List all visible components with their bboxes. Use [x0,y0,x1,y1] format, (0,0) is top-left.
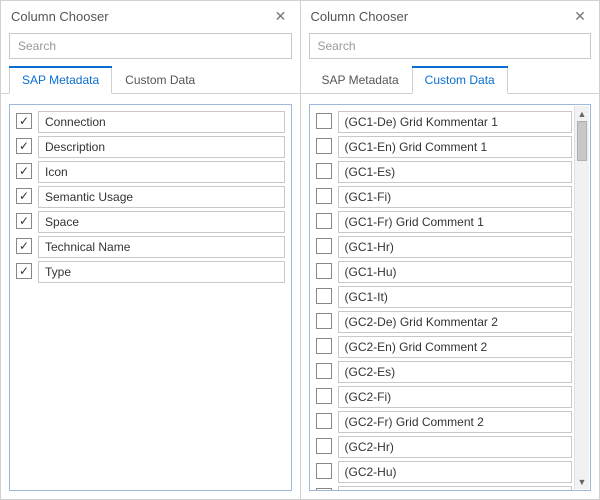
list-item: (GC1-Fi) [316,186,573,208]
column-label[interactable]: (GC2-En) Grid Comment 2 [338,336,573,358]
list-item: Technical Name [16,236,285,258]
list-item: (GC2-De) Grid Kommentar 2 [316,311,573,333]
column-list: Connection Description Icon Semantic Usage S… [9,104,292,491]
list-item: (GC2-It) [316,486,573,491]
column-label[interactable]: Description [38,136,285,158]
tab-sap-metadata[interactable]: SAP Metadata [309,66,412,94]
column-label[interactable]: (GC1-Fr) Grid Comment 1 [338,211,573,233]
checkbox[interactable] [316,463,332,479]
search-input[interactable] [309,33,592,59]
checkbox[interactable] [316,163,332,179]
list-item: (GC1-Hu) [316,261,573,283]
checkbox[interactable] [16,213,32,229]
list-item: (GC2-En) Grid Comment 2 [316,336,573,358]
list-item: (GC1-En) Grid Comment 1 [316,136,573,158]
checkbox[interactable] [16,138,32,154]
list-item: Icon [16,161,285,183]
list-item: Connection [16,111,285,133]
list-item: Semantic Usage [16,186,285,208]
search-wrap [301,29,600,65]
checkbox[interactable] [16,163,32,179]
checkbox[interactable] [316,138,332,154]
column-label[interactable]: (GC2-Hu) [338,461,573,483]
list-item: (GC1-It) [316,286,573,308]
checkbox[interactable] [316,263,332,279]
checkbox[interactable] [16,238,32,254]
column-label[interactable]: Semantic Usage [38,186,285,208]
checkbox[interactable] [316,113,332,129]
checkbox[interactable] [316,338,332,354]
tab-custom-data[interactable]: Custom Data [412,66,508,94]
list-item: Space [16,211,285,233]
checkbox[interactable] [316,388,332,404]
checkbox[interactable] [316,438,332,454]
tab-sap-metadata[interactable]: SAP Metadata [9,66,112,94]
column-label[interactable]: Connection [38,111,285,133]
dialog-title: Column Chooser [11,9,109,24]
checkbox[interactable] [316,213,332,229]
list-item: (GC2-Fr) Grid Comment 2 [316,411,573,433]
list-item: (GC1-Es) [316,161,573,183]
column-list: (GC1-De) Grid Kommentar 1 (GC1-En) Grid C… [309,104,592,491]
list-item: (GC2-Es) [316,361,573,383]
scroll-down-icon[interactable]: ▼ [575,474,589,489]
list-item: (GC1-Hr) [316,236,573,258]
checkbox[interactable] [316,488,332,491]
scroll-up-icon[interactable]: ▲ [575,106,589,121]
titlebar: Column Chooser ✕ [301,1,600,29]
column-label[interactable]: (GC1-Hu) [338,261,573,283]
column-label[interactable]: (GC1-Es) [338,161,573,183]
column-label[interactable]: (GC1-En) Grid Comment 1 [338,136,573,158]
titlebar: Column Chooser ✕ [1,1,300,29]
column-label[interactable]: (GC2-Fr) Grid Comment 2 [338,411,573,433]
checkbox[interactable] [316,413,332,429]
list-item: (GC2-Hu) [316,461,573,483]
column-chooser-dialog-right: Column Chooser ✕ SAP Metadata Custom Dat… [301,0,600,500]
column-label[interactable]: (GC1-Hr) [338,236,573,258]
scroll-thumb[interactable] [577,121,587,161]
list-item: Type [16,261,285,283]
column-label[interactable]: (GC1-Fi) [338,186,573,208]
checkbox[interactable] [16,113,32,129]
dialog-title: Column Chooser [311,9,409,24]
close-icon[interactable]: ✕ [272,7,290,25]
column-chooser-dialog-left: Column Chooser ✕ SAP Metadata Custom Dat… [0,0,301,500]
column-label[interactable]: (GC2-Hr) [338,436,573,458]
checkbox[interactable] [316,313,332,329]
column-label[interactable]: Type [38,261,285,283]
content-area: Connection Description Icon Semantic Usage S… [1,94,300,499]
checkbox[interactable] [316,238,332,254]
scrollbar[interactable]: ▲ ▼ [574,106,589,489]
list-item: Description [16,136,285,158]
column-label[interactable]: (GC2-De) Grid Kommentar 2 [338,311,573,333]
scroll-track[interactable] [575,121,589,474]
checkbox[interactable] [316,363,332,379]
tab-bar: SAP Metadata Custom Data [301,65,600,94]
column-label[interactable]: (GC1-De) Grid Kommentar 1 [338,111,573,133]
search-wrap [1,29,300,65]
tab-custom-data[interactable]: Custom Data [112,66,208,94]
column-label[interactable]: (GC2-It) [338,486,573,491]
column-label[interactable]: (GC1-It) [338,286,573,308]
list-item: (GC2-Hr) [316,436,573,458]
tab-bar: SAP Metadata Custom Data [1,65,300,94]
list-item: (GC2-Fi) [316,386,573,408]
checkbox[interactable] [16,263,32,279]
content-area: (GC1-De) Grid Kommentar 1 (GC1-En) Grid C… [301,94,600,499]
search-input[interactable] [9,33,292,59]
column-label[interactable]: (GC2-Fi) [338,386,573,408]
close-icon[interactable]: ✕ [571,7,589,25]
column-label[interactable]: Technical Name [38,236,285,258]
column-label[interactable]: Icon [38,161,285,183]
checkbox[interactable] [316,288,332,304]
column-label[interactable]: (GC2-Es) [338,361,573,383]
checkbox[interactable] [316,188,332,204]
checkbox[interactable] [16,188,32,204]
list-item: (GC1-De) Grid Kommentar 1 [316,111,573,133]
column-label[interactable]: Space [38,211,285,233]
list-item: (GC1-Fr) Grid Comment 1 [316,211,573,233]
